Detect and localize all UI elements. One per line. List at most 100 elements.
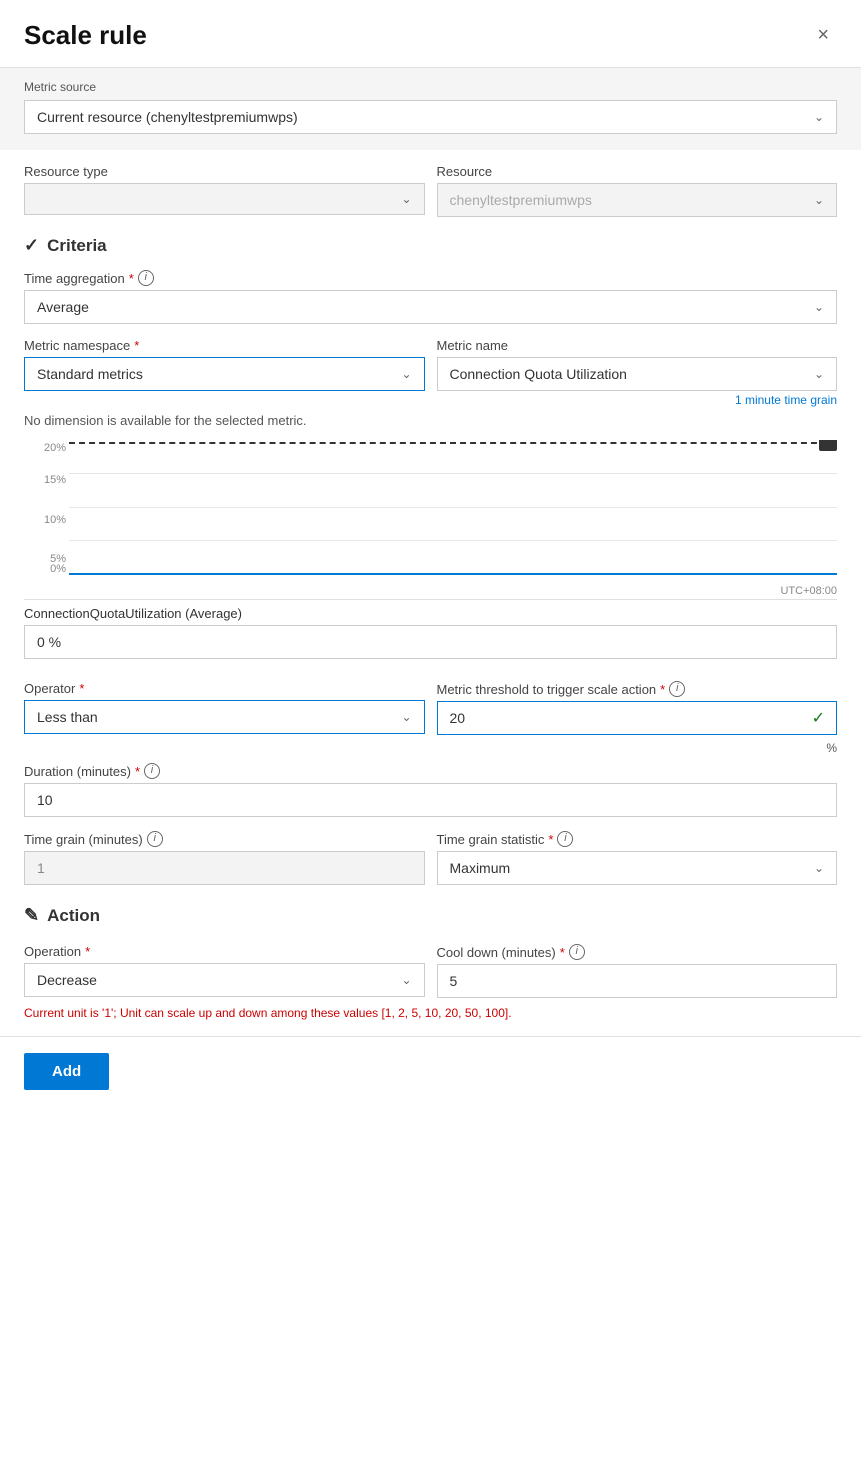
cool-down-label: Cool down (minutes) * i xyxy=(437,944,838,960)
chart-utc: UTC+08:00 xyxy=(780,585,837,597)
panel-title: Scale rule xyxy=(24,20,147,51)
chart: 20% 20% 15% 10% 5% 0% UTC+08:00 xyxy=(24,440,837,600)
y-label-10: 10% xyxy=(24,514,66,526)
resource-value: chenyltestpremiumwps xyxy=(450,192,592,208)
chart-thumb xyxy=(819,440,837,451)
resource-row: Resource type ⌄ Resource chenyltestpremi… xyxy=(24,150,837,217)
grid-line-50 xyxy=(69,507,837,508)
resource-dropdown[interactable]: chenyltestpremiumwps ⌄ xyxy=(437,183,838,217)
cool-down-input[interactable] xyxy=(437,964,838,998)
y-label-15: 15% xyxy=(24,474,66,486)
grid-line-75 xyxy=(69,473,837,474)
metric-threshold-label: Metric threshold to trigger scale action… xyxy=(437,681,838,697)
threshold-label: 20% xyxy=(69,440,91,442)
operator-dropdown[interactable]: Less than ⌄ xyxy=(24,700,425,734)
metric-threshold-info-icon[interactable]: i xyxy=(669,681,685,697)
resource-type-chevron-icon: ⌄ xyxy=(401,192,411,206)
time-grain-minutes-input xyxy=(24,851,425,885)
metric-source-label: Metric source xyxy=(24,80,837,94)
action-heading-text: Action xyxy=(47,906,100,926)
time-aggregation-required: * xyxy=(129,271,134,286)
duration-input[interactable] xyxy=(24,783,837,817)
threshold-input-wrapper: ✓ % xyxy=(437,701,838,735)
time-grain-statistic-chevron-icon: ⌄ xyxy=(814,861,824,875)
resource-type-field: Resource type ⌄ xyxy=(24,150,425,217)
panel-header: Scale rule × xyxy=(0,0,861,68)
metric-namespace-chevron-icon: ⌄ xyxy=(401,367,411,381)
current-value-display: 0 % xyxy=(24,625,837,659)
time-grain-statistic-label: Time grain statistic * i xyxy=(437,831,838,847)
resource-type-label: Resource type xyxy=(24,164,425,179)
y-label-0: 0% xyxy=(24,563,66,575)
unit-note: Current unit is '1'; Unit can scale up a… xyxy=(24,1006,837,1020)
duration-field: Duration (minutes) * i xyxy=(24,763,837,817)
resource-type-dropdown[interactable]: ⌄ xyxy=(24,183,425,215)
add-button[interactable]: Add xyxy=(24,1053,109,1090)
time-aggregation-info-icon[interactable]: i xyxy=(138,270,154,286)
grid-line-25 xyxy=(69,540,837,541)
cool-down-info-icon[interactable]: i xyxy=(569,944,585,960)
metric-name-dropdown[interactable]: Connection Quota Utilization ⌄ xyxy=(437,357,838,391)
metric-source-chevron-icon: ⌄ xyxy=(814,110,824,124)
operation-chevron-icon: ⌄ xyxy=(401,973,411,987)
chart-metric-label: ConnectionQuotaUtilization (Average) xyxy=(24,606,837,621)
operation-dropdown[interactable]: Decrease ⌄ xyxy=(24,963,425,997)
metric-threshold-field: Metric threshold to trigger scale action… xyxy=(437,667,838,735)
chart-threshold-line: 20% xyxy=(69,442,837,444)
operator-section: Operator * Less than ⌄ Metric threshold … xyxy=(24,667,837,735)
time-grain-statistic-dropdown[interactable]: Maximum ⌄ xyxy=(437,851,838,885)
panel-footer: Add xyxy=(0,1036,861,1106)
time-grain-note: 1 minute time grain xyxy=(437,393,838,407)
metric-name-label: Metric name xyxy=(437,338,838,353)
criteria-heading-text: Criteria xyxy=(47,236,107,256)
time-grain-minutes-info-icon[interactable]: i xyxy=(147,831,163,847)
time-grain-statistic-info-icon[interactable]: i xyxy=(557,831,573,847)
dimension-note: No dimension is available for the select… xyxy=(24,413,837,428)
close-button[interactable]: × xyxy=(809,20,837,51)
metric-namespace-label: Metric namespace * xyxy=(24,338,425,353)
metric-name-field: Metric name Connection Quota Utilization… xyxy=(437,324,838,407)
operator-field: Operator * Less than ⌄ xyxy=(24,667,425,735)
duration-label: Duration (minutes) * i xyxy=(24,763,837,779)
y-label-20: 20% xyxy=(24,442,66,454)
operation-field: Operation * Decrease ⌄ xyxy=(24,930,425,998)
time-aggregation-value: Average xyxy=(37,299,89,315)
metric-name-chevron-icon: ⌄ xyxy=(814,367,824,381)
operation-label: Operation * xyxy=(24,944,425,959)
criteria-section: ✓ Criteria Time aggregation * i Average … xyxy=(0,217,861,885)
chart-area: 20% xyxy=(69,440,837,575)
cool-down-field: Cool down (minutes) * i xyxy=(437,930,838,998)
time-aggregation-label: Time aggregation * i xyxy=(24,270,837,286)
metric-source-dropdown[interactable]: Current resource (chenyltestpremiumwps) … xyxy=(24,100,837,134)
criteria-heading: ✓ Criteria xyxy=(24,235,837,256)
metric-namespace-value: Standard metrics xyxy=(37,366,143,382)
threshold-check-icon: ✓ xyxy=(812,708,825,728)
metric-namespace-dropdown[interactable]: Standard metrics ⌄ xyxy=(24,357,425,391)
metric-namespace-field: Metric namespace * Standard metrics ⌄ xyxy=(24,324,425,407)
resource-fields: Resource type ⌄ Resource chenyltestpremi… xyxy=(0,150,861,217)
metric-name-value: Connection Quota Utilization xyxy=(450,366,627,382)
time-aggregation-chevron-icon: ⌄ xyxy=(814,300,824,314)
duration-info-icon[interactable]: i xyxy=(144,763,160,779)
resource-chevron-icon: ⌄ xyxy=(814,193,824,207)
time-grain-minutes-label: Time grain (minutes) i xyxy=(24,831,425,847)
resource-field: Resource chenyltestpremiumwps ⌄ xyxy=(437,150,838,217)
action-section: ✎ Action Operation * Decrease ⌄ Cool dow… xyxy=(0,885,861,1020)
operator-chevron-icon: ⌄ xyxy=(401,710,411,724)
metric-source-value: Current resource (chenyltestpremiumwps) xyxy=(37,109,298,125)
operator-value: Less than xyxy=(37,709,98,725)
operation-value: Decrease xyxy=(37,972,97,988)
time-aggregation-dropdown[interactable]: Average ⌄ xyxy=(24,290,837,324)
time-grain-minutes-field: Time grain (minutes) i xyxy=(24,817,425,885)
time-grain-statistic-field: Time grain statistic * i Maximum ⌄ xyxy=(437,817,838,885)
time-grain-row: Time grain (minutes) i Time grain statis… xyxy=(24,817,837,885)
time-grain-statistic-value: Maximum xyxy=(450,860,511,876)
resource-label: Resource xyxy=(437,164,838,179)
chart-y-labels xyxy=(24,440,69,569)
metric-threshold-input[interactable] xyxy=(437,701,838,735)
scale-rule-panel: Scale rule × Metric source Current resou… xyxy=(0,0,861,1106)
metric-row: Metric namespace * Standard metrics ⌄ Me… xyxy=(24,324,837,407)
action-icon: ✎ xyxy=(24,905,39,926)
threshold-percent: % xyxy=(826,741,837,755)
chart-data-line xyxy=(69,573,837,575)
